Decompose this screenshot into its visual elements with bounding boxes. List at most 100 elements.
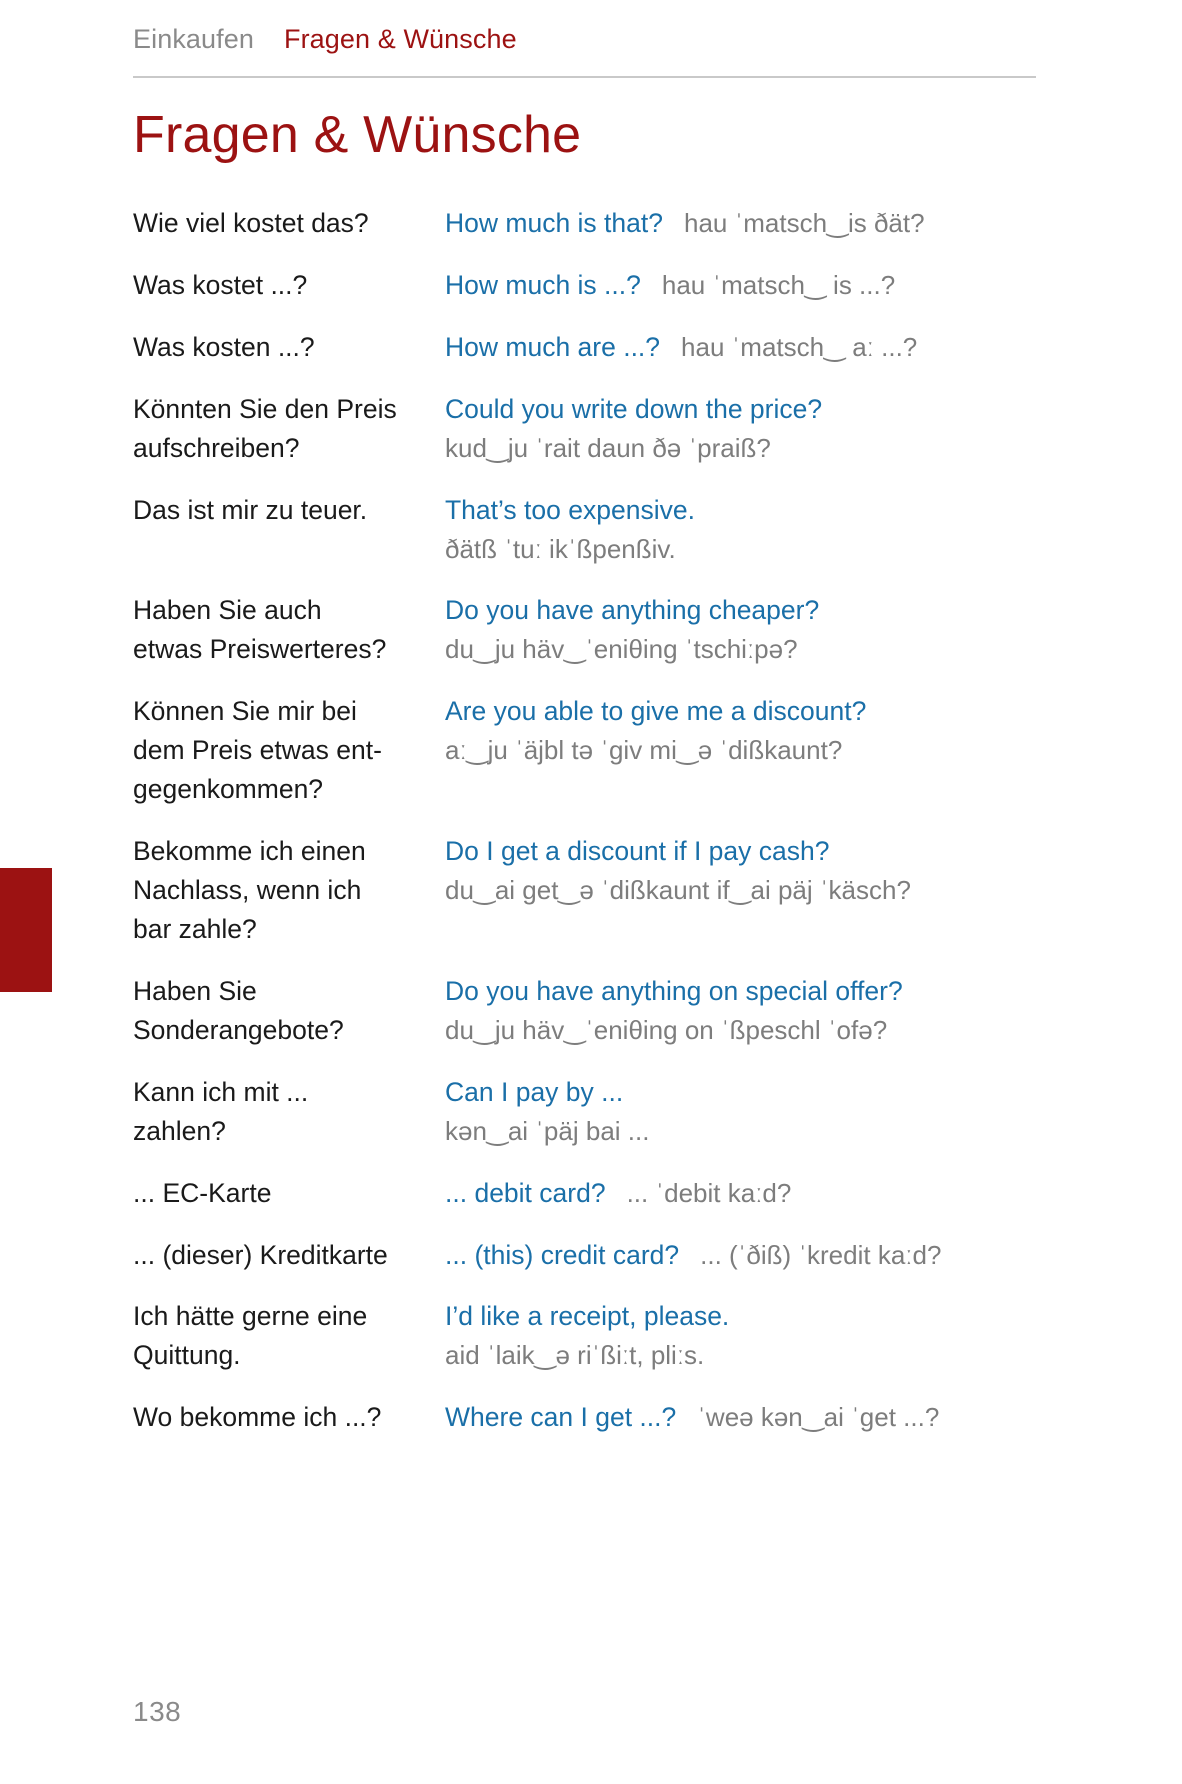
phrase-entry: Was kostet ...? How much is ...? hau ˈmats… [133, 266, 1053, 305]
phrase-entry: ... (dieser) Kreditkarte ... (this) credi… [133, 1236, 1053, 1275]
phrase-english: ... (this) credit card? [445, 1239, 680, 1270]
phrase-german: Haben Sie auch etwas Preiswerteres? [133, 591, 445, 669]
running-head-chapter: Fragen & Wünsche [284, 24, 517, 54]
phrase-german-line: Können Sie mir bei [133, 696, 357, 727]
phrase-translation: I’d like a receipt, please. aid ˈlaik‿ə r… [445, 1297, 1053, 1374]
phrase-entry: Ich hätte gerne eine Quittung. I’d like a … [133, 1297, 1053, 1375]
phrase-german-line: zahlen? [133, 1115, 226, 1146]
phrase-entry: Haben Sie auch etwas Preiswerteres? Do you… [133, 591, 1053, 669]
phrase-pronunciation: du‿ai get‿ə ˈdißkaunt if‿ai päj ˈkäsch? [445, 874, 911, 905]
phrase-english: ... debit card? [445, 1177, 606, 1208]
phrase-german-line: ... EC-Karte [133, 1177, 272, 1208]
phrase-german-line: Wie viel kostet das? [133, 208, 369, 239]
phrase-german: Können Sie mir bei dem Preis etwas ent-ge… [133, 692, 445, 809]
phrase-german-line: Könnten Sie den Preis [133, 394, 397, 425]
phrase-translation: Where can I get ...? ˈweə kən‿ai ˈget ...… [445, 1398, 1053, 1437]
phrase-translation: That’s too expensive. ðätß ˈtuː ikˈßpenßi… [445, 491, 1053, 568]
phrase-german-line: Ich hätte gerne eine [133, 1301, 368, 1332]
phrase-english: How much is ...? [445, 270, 641, 301]
phrase-pronunciation: ... (ˈðiß) ˈkredit kaːd? [700, 1239, 942, 1270]
phrase-entry: Das ist mir zu teuer. That’s too expensiv… [133, 491, 1053, 568]
phrase-german-line: Nachlass, wenn ich [133, 874, 362, 905]
chapter-tab-marker [0, 868, 52, 992]
phrase-pronunciation: du‿ju häv‿ˈeniθing ˈtschiːpə? [445, 634, 798, 665]
running-head-section: Einkaufen [133, 24, 254, 54]
phrase-translation: How much is that? hau ˈmatsch‿is ðät? [445, 204, 1053, 243]
phrase-german-line: Das ist mir zu teuer. [133, 494, 368, 525]
phrase-german: Wie viel kostet das? [133, 204, 445, 243]
phrase-english: Where can I get ...? [445, 1402, 677, 1433]
phrase-german-line: Bekomme ich einen [133, 835, 366, 866]
phrase-english: Do you have anything cheaper? [445, 595, 820, 626]
phrase-english: I’d like a receipt, please. [445, 1301, 730, 1332]
phrase-german-line: Was kostet ...? [133, 270, 308, 301]
phrase-german-line: Wo bekomme ich ...? [133, 1402, 382, 1433]
phrase-pronunciation: kud‿ju ˈrait daun ðə ˈpraiß? [445, 433, 771, 463]
phrase-pronunciation: ... ˈdebit kaːd? [626, 1177, 792, 1208]
phrase-english: How much are ...? [445, 332, 661, 363]
phrase-pronunciation: aid ˈlaik‿ə riˈßiːt, pliːs. [445, 1340, 705, 1371]
phrase-german-line: bar zahle? [133, 913, 257, 944]
phrase-german-line: gegenkommen? [133, 773, 324, 804]
phrase-german: Bekomme ich einen Nachlass, wenn ich bar z… [133, 832, 445, 949]
phrase-german-line: ... (dieser) Kreditkarte [133, 1239, 388, 1270]
phrase-german-line: Kann ich mit ... [133, 1076, 309, 1107]
phrase-translation: Do you have anything cheaper? du‿ju häv‿ˈ… [445, 591, 1053, 668]
phrase-pronunciation: hau ˈmatsch‿is ðät? [683, 208, 925, 239]
phrasebook-page: Einkaufen Fragen & Wünsche Fragen & Wüns… [0, 0, 1182, 1784]
phrase-entry: Können Sie mir bei dem Preis etwas ent-ge… [133, 692, 1053, 809]
phrase-german-line: dem Preis etwas ent- [133, 734, 382, 765]
phrase-pronunciation: hau ˈmatsch‿ aː ...? [681, 332, 918, 363]
phrase-entry: Könnten Sie den Preis aufschreiben? Could … [133, 390, 1053, 468]
phrase-english: Could you write down the price? [445, 394, 823, 425]
phrase-list: Wie viel kostet das? How much is that? hau… [133, 204, 1053, 1437]
phrase-translation: Could you write down the price? kud‿ju ˈr… [445, 390, 1053, 467]
phrase-pronunciation: ðätß ˈtuː ikˈßpenßiv. [445, 533, 676, 564]
phrase-entry: Was kosten ...? How much are ...? hau ˈmat… [133, 328, 1053, 367]
header-divider [133, 76, 1036, 78]
phrase-english: How much is that? [445, 208, 663, 239]
phrase-german-line: Quittung. [133, 1340, 241, 1371]
phrase-german-line: aufschreiben? [133, 433, 300, 463]
phrase-entry: Wie viel kostet das? How much is that? hau… [133, 204, 1053, 243]
phrase-entry: ... EC-Karte ... debit card? ... ˈdebit ka… [133, 1174, 1053, 1213]
phrase-entry: Bekomme ich einen Nachlass, wenn ich bar z… [133, 832, 1053, 949]
phrase-german: ... EC-Karte [133, 1174, 445, 1213]
phrase-german: Ich hätte gerne eine Quittung. [133, 1297, 445, 1375]
phrase-german-line: Haben Sie [133, 975, 257, 1006]
phrase-translation: ... (this) credit card? ... (ˈðiß) ˈkredi… [445, 1236, 1053, 1275]
phrase-english: Are you able to give me a discount? [445, 696, 867, 727]
phrase-english: That’s too expensive. [445, 494, 695, 525]
phrase-german-line: etwas Preiswerteres? [133, 634, 387, 665]
phrase-pronunciation: aː‿ju ˈäjbl tə ˈgiv mi‿ə ˈdißkaunt? [445, 734, 843, 765]
phrase-entry: Haben Sie Sonderangebote? Do you have anyt… [133, 972, 1053, 1050]
phrase-entry: Kann ich mit ... zahlen? Can I pay by ... k… [133, 1073, 1053, 1151]
page-title: Fragen & Wünsche [133, 106, 582, 164]
phrase-pronunciation: ˈweə kən‿ai ˈget ...? [697, 1402, 940, 1433]
phrase-german: Was kosten ...? [133, 328, 445, 367]
phrase-german: Haben Sie Sonderangebote? [133, 972, 445, 1050]
phrase-german: ... (dieser) Kreditkarte [133, 1236, 445, 1275]
phrase-entry: Wo bekomme ich ...? Where can I get ...? ˈ… [133, 1398, 1053, 1437]
phrase-german-line: Haben Sie auch [133, 595, 322, 626]
running-head: Einkaufen Fragen & Wünsche [133, 0, 1053, 55]
phrase-german-line: Was kosten ...? [133, 332, 315, 363]
page-number: 138 [133, 1696, 182, 1727]
phrase-pronunciation: kən‿ai ˈpäj bai ... [445, 1115, 650, 1146]
phrase-translation: Do you have anything on special offer? du… [445, 972, 1053, 1049]
phrase-german: Könnten Sie den Preis aufschreiben? [133, 390, 445, 468]
phrase-english: Do I get a discount if I pay cash? [445, 835, 830, 866]
phrase-german-line: Sonderangebote? [133, 1014, 344, 1045]
phrase-pronunciation: du‿ju häv‿ˈeniθing on ˈßpeschl ˈofə? [445, 1014, 888, 1045]
phrase-translation: Can I pay by ... kən‿ai ˈpäj bai ... [445, 1073, 1053, 1150]
phrase-german: Was kostet ...? [133, 266, 445, 305]
phrase-translation: Do I get a discount if I pay cash? du‿ai … [445, 832, 1053, 909]
phrase-pronunciation: hau ˈmatsch‿ is ...? [661, 270, 896, 301]
phrase-translation: Are you able to give me a discount? aː‿ju… [445, 692, 1053, 769]
phrase-translation: ... debit card? ... ˈdebit kaːd? [445, 1174, 1053, 1213]
phrase-german: Das ist mir zu teuer. [133, 491, 445, 530]
phrase-german: Kann ich mit ... zahlen? [133, 1073, 445, 1151]
phrase-german: Wo bekomme ich ...? [133, 1398, 445, 1437]
phrase-translation: How much are ...? hau ˈmatsch‿ aː ...? [445, 328, 1053, 367]
phrase-translation: How much is ...? hau ˈmatsch‿ is ...? [445, 266, 1053, 305]
